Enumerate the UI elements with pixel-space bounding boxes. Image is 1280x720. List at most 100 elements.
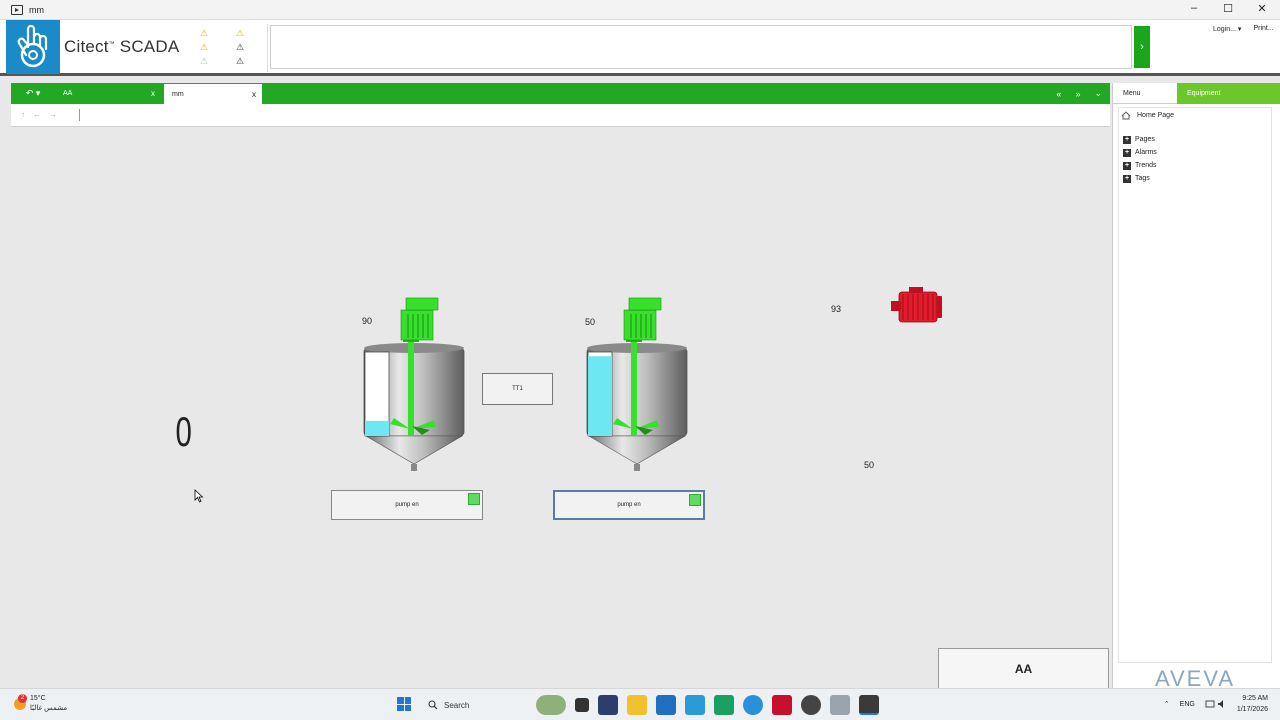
tia-portal-icon[interactable] xyxy=(714,695,734,715)
nav-arrows: ↑ ← → xyxy=(21,110,57,119)
expand-icon[interactable]: + xyxy=(1123,161,1131,170)
aveva-logo: AVEVA xyxy=(1154,666,1236,688)
tank1-agitator-motor xyxy=(400,297,439,342)
scroll-right-icon[interactable]: » xyxy=(1075,89,1080,99)
pump2-enable-button[interactable]: pump en xyxy=(553,490,705,520)
mouse-cursor-icon xyxy=(194,489,204,503)
tank2-mixer[interactable] xyxy=(583,296,693,476)
tank2-agitator-motor xyxy=(623,297,662,342)
citect-logo-icon xyxy=(6,20,60,74)
address-separator xyxy=(79,109,80,121)
scroll-left-icon[interactable]: « xyxy=(1056,89,1061,99)
maximize-button[interactable]: ☐ xyxy=(1222,2,1234,15)
tank2-liquid xyxy=(588,356,612,436)
expand-icon[interactable]: + xyxy=(1123,174,1131,183)
app-header: Citect™ SCADA ⚠︎ ⚠︎ ⚠︎ ⚠︎ ⚠︎ ⚠︎ › Login.… xyxy=(0,20,1280,76)
pump1-status-indicator xyxy=(468,493,480,505)
alarm-expand-button[interactable]: › xyxy=(1134,26,1150,68)
engineering-app-icon[interactable] xyxy=(830,695,850,715)
taskbar-search[interactable]: Search xyxy=(420,695,530,715)
scada-runtime-icon[interactable] xyxy=(859,695,879,715)
motor-value: 93 xyxy=(831,304,842,314)
windows-start-icon[interactable] xyxy=(397,697,411,711)
tab-aa[interactable]: AA x xyxy=(55,83,161,104)
alarm-toolbar: ⚠︎ ⚠︎ ⚠︎ ⚠︎ ⚠︎ ⚠︎ xyxy=(192,24,268,72)
window-title: mm xyxy=(29,4,44,15)
notification-badge: 2 xyxy=(18,694,27,703)
weather-widget[interactable]: 2 15°C مشمس غالبًا xyxy=(14,694,67,714)
pump1-enable-button[interactable]: pump en xyxy=(331,490,483,520)
tab-equipment[interactable]: Equipment xyxy=(1177,83,1280,104)
expand-icon[interactable]: + xyxy=(1123,135,1131,144)
tab-list-icon[interactable]: ⌄ xyxy=(1094,88,1102,99)
system-tray: ⌃ ENG 9:25 AM 1/17/2026 xyxy=(1164,693,1268,715)
home-icon xyxy=(1121,111,1131,120)
right-navigation-pane: Menu Equipment Home Page + Pages + Alarms … xyxy=(1112,83,1280,688)
red-motor-icon[interactable] xyxy=(889,286,943,326)
recorder-app-icon[interactable] xyxy=(801,695,821,715)
pump2-status-indicator xyxy=(689,494,701,506)
plcsim-app-icon[interactable] xyxy=(598,695,618,715)
network-volume-icon[interactable] xyxy=(1205,699,1227,709)
citect-app-icon[interactable] xyxy=(685,695,705,715)
tank1-liquid xyxy=(365,420,389,436)
tab-mm[interactable]: mm x xyxy=(164,84,262,104)
minimize-button[interactable]: – xyxy=(1188,2,1200,15)
lower-value: 50 xyxy=(864,460,875,470)
taskbar-apps xyxy=(536,695,879,715)
brand-name: Citect™ SCADA xyxy=(64,37,180,56)
aa-page-button[interactable]: AA xyxy=(938,648,1109,690)
tree-item-pages[interactable]: + Pages xyxy=(1123,133,1157,146)
tab-menu[interactable]: Menu xyxy=(1113,83,1177,104)
task-view-icon[interactable] xyxy=(575,698,589,712)
clock[interactable]: 9:25 AM 1/17/2026 xyxy=(1237,693,1268,715)
print-button[interactable]: Print... xyxy=(1253,25,1273,33)
app-icon xyxy=(11,4,23,15)
tray-overflow-icon[interactable]: ⌃ xyxy=(1164,700,1170,708)
close-window-button[interactable]: ✕ xyxy=(1256,2,1268,15)
tank1-mixer[interactable] xyxy=(360,296,470,476)
menu-tree-panel xyxy=(1118,107,1272,663)
right-pane-tabs: Menu Equipment xyxy=(1113,83,1280,104)
alarm-list-icon[interactable]: ⚠︎ xyxy=(236,56,244,67)
alarm-sound-icon[interactable]: ⚠︎ xyxy=(236,28,244,39)
back-menu-button[interactable]: ↶ ▾ xyxy=(11,83,55,104)
clock-time: 9:25 AM xyxy=(1242,695,1268,702)
alarm-clear-icon[interactable]: ⚠︎ xyxy=(200,56,208,67)
menu-tree: + Pages + Alarms + Trends + Tags xyxy=(1123,133,1157,185)
language-indicator[interactable]: ENG xyxy=(1180,701,1195,708)
big-numeric-display: 0 xyxy=(175,408,192,455)
expand-icon[interactable]: + xyxy=(1123,148,1131,157)
alarm-config-icon[interactable]: ⚠︎ xyxy=(200,28,208,39)
login-area: Login... ▾ Print... xyxy=(1213,25,1274,33)
alarm-warning-icon[interactable]: ⚠︎ xyxy=(200,42,208,53)
home-page-link[interactable]: Home Page xyxy=(1121,111,1174,120)
nav-forward-icon[interactable]: → xyxy=(49,110,57,119)
nav-up-icon[interactable]: ↑ xyxy=(21,110,25,119)
close-tab-mm-icon[interactable]: x xyxy=(252,90,256,99)
weather-condition: مشمس غالبًا xyxy=(30,705,68,712)
alarm-banner[interactable] xyxy=(270,25,1132,69)
temperature: 15°C xyxy=(30,695,46,702)
alarm-ack-icon[interactable]: ⚠︎ xyxy=(236,42,244,53)
clock-date: 1/17/2026 xyxy=(1236,706,1268,713)
tree-item-alarms[interactable]: + Alarms xyxy=(1123,146,1157,159)
store-app-icon[interactable] xyxy=(656,695,676,715)
tree-item-tags[interactable]: + Tags xyxy=(1123,172,1157,185)
tree-item-trends[interactable]: + Trends xyxy=(1123,159,1157,172)
window-controls: – ☐ ✕ xyxy=(1188,2,1268,15)
navigation-bar: ↑ ← → xyxy=(11,104,1110,127)
nav-back-icon[interactable]: ← xyxy=(33,110,41,119)
window-title-bar: mm – ☐ ✕ xyxy=(0,0,1280,20)
login-caret-icon: ▾ xyxy=(1237,26,1242,33)
tab-navigation: « » ⌄ xyxy=(1056,83,1102,104)
page-tab-bar: ↶ ▾ AA x mm x « » ⌄ xyxy=(11,83,1110,104)
close-tab-aa-icon[interactable]: x xyxy=(151,89,155,98)
search-icon xyxy=(428,700,438,710)
acrobat-app-icon[interactable] xyxy=(772,695,792,715)
file-explorer-icon[interactable] xyxy=(627,695,647,715)
widget-image-icon[interactable] xyxy=(536,695,566,715)
tt1-button[interactable]: TT1 xyxy=(482,373,553,405)
login-button[interactable]: Login... ▾ xyxy=(1213,25,1241,33)
edge-browser-icon[interactable] xyxy=(743,695,763,715)
